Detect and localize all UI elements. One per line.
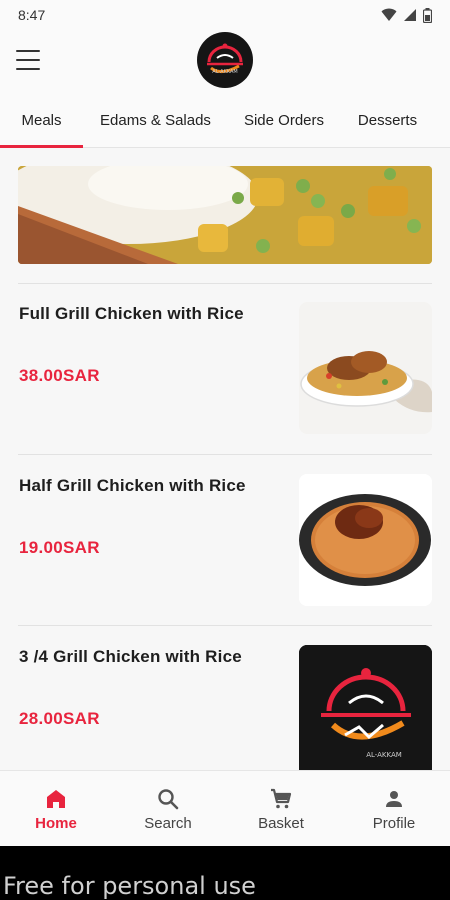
meal-name: Half Grill Chicken with Rice bbox=[19, 476, 246, 495]
nav-label: Home bbox=[35, 814, 77, 832]
divider bbox=[18, 283, 432, 284]
home-icon bbox=[47, 789, 65, 808]
category-tabs: Meals Edams & Salads Side Orders Dessert… bbox=[0, 92, 450, 148]
person-icon bbox=[386, 790, 402, 807]
cellular-signal-icon bbox=[404, 9, 416, 21]
divider bbox=[18, 625, 432, 626]
meal-name: Full Grill Chicken with Rice bbox=[19, 304, 244, 323]
app-bar: AL-AKKAM bbox=[0, 30, 450, 92]
restaurant-logo-placeholder: AL-AKKAM bbox=[299, 645, 432, 777]
nav-search[interactable]: Search bbox=[112, 771, 224, 847]
tab-meals[interactable]: Meals bbox=[0, 92, 83, 148]
status-bar: 8:47 bbox=[0, 0, 450, 30]
tab-desserts[interactable]: Desserts bbox=[340, 92, 435, 148]
nav-home[interactable]: Home bbox=[0, 771, 112, 847]
tab-edams-salads[interactable]: Edams & Salads bbox=[83, 92, 228, 148]
full-grill-chicken-rice-photo bbox=[299, 302, 432, 434]
bottom-navigation: Home Search Basket Profile bbox=[0, 770, 450, 846]
active-tab-indicator bbox=[0, 145, 83, 148]
nav-label: Search bbox=[144, 814, 192, 832]
tab-side-orders[interactable]: Side Orders bbox=[228, 92, 340, 148]
restaurant-logo-icon: AL-AKKAM bbox=[197, 32, 253, 88]
meal-price: 38.00SAR bbox=[19, 366, 100, 385]
status-icons bbox=[381, 7, 432, 23]
meal-price: 28.00SAR bbox=[19, 709, 100, 728]
half-grill-chicken-rice-photo bbox=[299, 474, 432, 606]
meal-price: 19.00SAR bbox=[19, 538, 100, 557]
meal-item[interactable]: Half Grill Chicken with Rice 19.00SAR bbox=[18, 474, 432, 608]
battery-icon bbox=[423, 7, 432, 23]
search-icon bbox=[158, 788, 179, 809]
nav-label: Profile bbox=[372, 814, 416, 832]
curry-and-rice-banner bbox=[18, 166, 432, 264]
meal-item[interactable]: Full Grill Chicken with Rice 38.00SAR bbox=[18, 302, 432, 436]
status-time: 8:47 bbox=[18, 7, 46, 23]
footer-text: Free for personal use bbox=[3, 872, 256, 900]
meal-item[interactable]: 3 /4 Grill Chicken with Rice 28.00SAR AL… bbox=[18, 645, 432, 779]
meal-name: 3 /4 Grill Chicken with Rice bbox=[19, 647, 242, 666]
nav-profile[interactable]: Profile bbox=[338, 771, 450, 847]
cart-icon bbox=[271, 788, 292, 808]
svg-text:AL-AKKAM: AL-AKKAM bbox=[366, 751, 402, 759]
divider bbox=[18, 454, 432, 455]
nav-basket[interactable]: Basket bbox=[225, 771, 337, 847]
wifi-icon bbox=[381, 8, 397, 21]
nav-label: Basket bbox=[258, 814, 304, 832]
hamburger-menu-icon[interactable] bbox=[16, 50, 40, 70]
footer-watermark: Free for personal use bbox=[0, 846, 450, 900]
svg-text:AL-AKKAM: AL-AKKAM bbox=[212, 69, 237, 75]
